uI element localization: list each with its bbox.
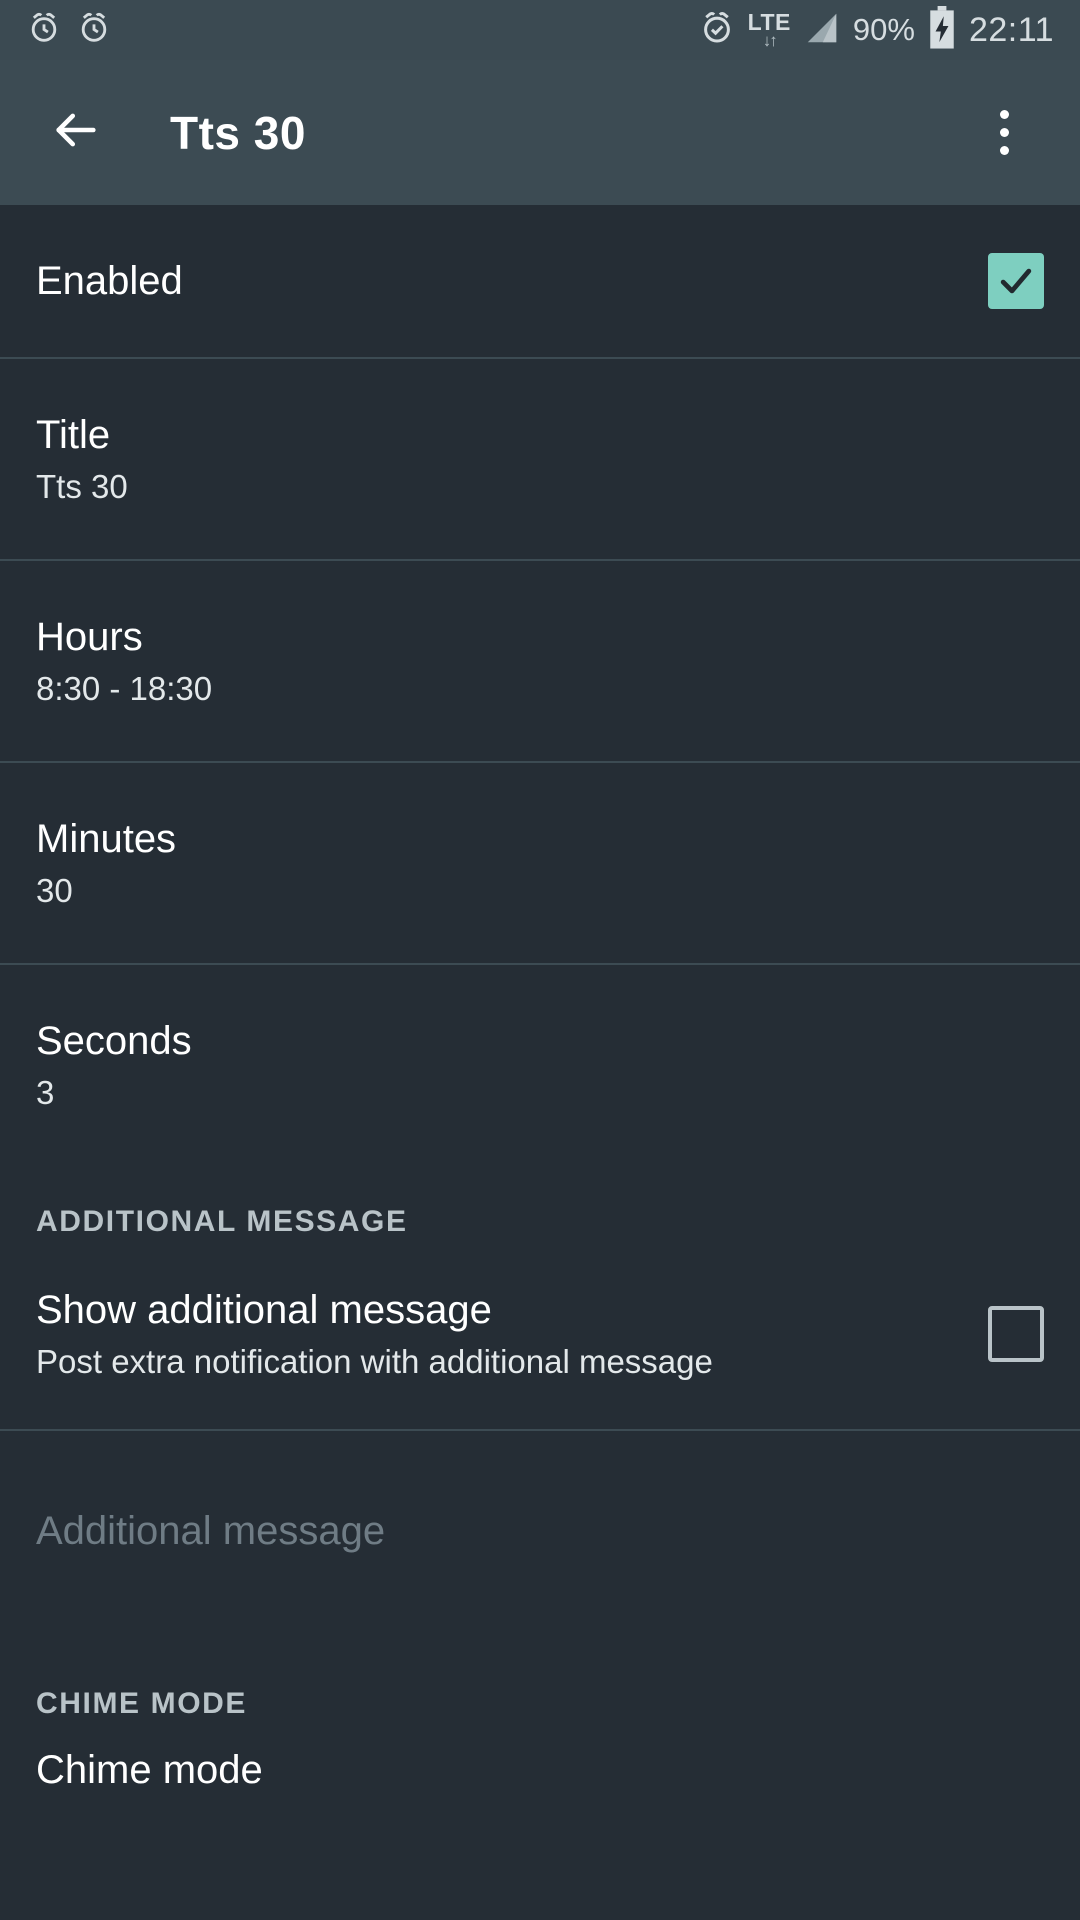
status-bar: LTE ↓↑ 90% 22:11 [0,0,1080,60]
overflow-menu-button[interactable] [976,98,1032,168]
preference-title: Additional message [36,1509,386,1553]
app-screen: LTE ↓↑ 90% 22:11 Tts 30 Enabled Title Tt… [0,0,1080,1920]
preference-text-block: Title Tts 30 [36,414,1044,505]
preference-row-show-additional-message[interactable]: Show additional message Post extra notif… [0,1239,1080,1429]
enabled-checkbox[interactable] [988,253,1044,309]
preference-title: Minutes [36,816,177,861]
preference-summary: Tts 30 [36,467,128,505]
preference-title: Show additional message [36,1287,492,1332]
preferences-list: Enabled Title Tts 30 Hours 8:30 - 18:30 [0,205,1080,1920]
section-header-additional-message: ADDITIONAL MESSAGE [36,1205,408,1238]
alarm-check-icon [698,9,736,52]
status-bar-right-icons: LTE ↓↑ 90% 22:11 [698,5,1054,55]
preference-text-block: Hours 8:30 - 18:30 [36,616,1044,707]
page-title: Tts 30 [170,106,306,159]
alarm-clock-icon [26,10,62,51]
preference-summary: 8:30 - 18:30 [36,669,213,707]
status-bar-left-icons [26,10,112,51]
alarm-clock-icon [76,10,112,51]
preference-row-seconds[interactable]: Seconds 3 [0,965,1080,1165]
preference-summary: 30 [36,871,73,909]
preference-row-additional-message[interactable]: Additional message [0,1431,1080,1631]
preference-title: Chime mode [36,1748,263,1792]
preference-text-block: Seconds 3 [36,1020,1044,1111]
app-bar: Tts 30 [0,60,1080,205]
show-additional-message-checkbox[interactable] [988,1306,1044,1362]
lte-indicator: LTE ↓↑ [748,11,791,50]
more-vertical-icon [999,146,1009,155]
preference-row-chime-mode[interactable]: Chime mode [0,1721,1080,1841]
more-vertical-icon [999,110,1009,119]
preference-text-block: Show additional message Post extra notif… [36,1289,958,1380]
preference-summary: 3 [36,1073,55,1111]
battery-percent-label: 90% [852,12,915,47]
status-bar-clock: 22:11 [968,10,1054,49]
data-transfer-arrows-icon: ↓↑ [762,31,778,50]
preference-row-enabled[interactable]: Enabled [0,205,1080,357]
more-vertical-icon [999,128,1009,137]
preference-row-title[interactable]: Title Tts 30 [0,359,1080,559]
preference-text-block: Minutes 30 [36,818,1044,909]
preference-row-hours[interactable]: Hours 8:30 - 18:30 [0,561,1080,761]
preference-summary: Post extra notification with additional … [36,1342,713,1380]
preference-row-minutes[interactable]: Minutes 30 [0,763,1080,963]
preference-title: Hours [36,614,143,659]
section-header-chime-mode: CHIME MODE [36,1687,247,1720]
back-button[interactable] [48,105,104,161]
signal-bars-icon [803,9,841,52]
preference-title: Seconds [36,1018,192,1063]
preference-title: Enabled [36,259,183,303]
preference-text-block: Enabled [36,260,958,302]
preference-title: Title [36,412,111,457]
battery-charging-icon [927,5,957,55]
arrow-left-icon [50,104,102,161]
